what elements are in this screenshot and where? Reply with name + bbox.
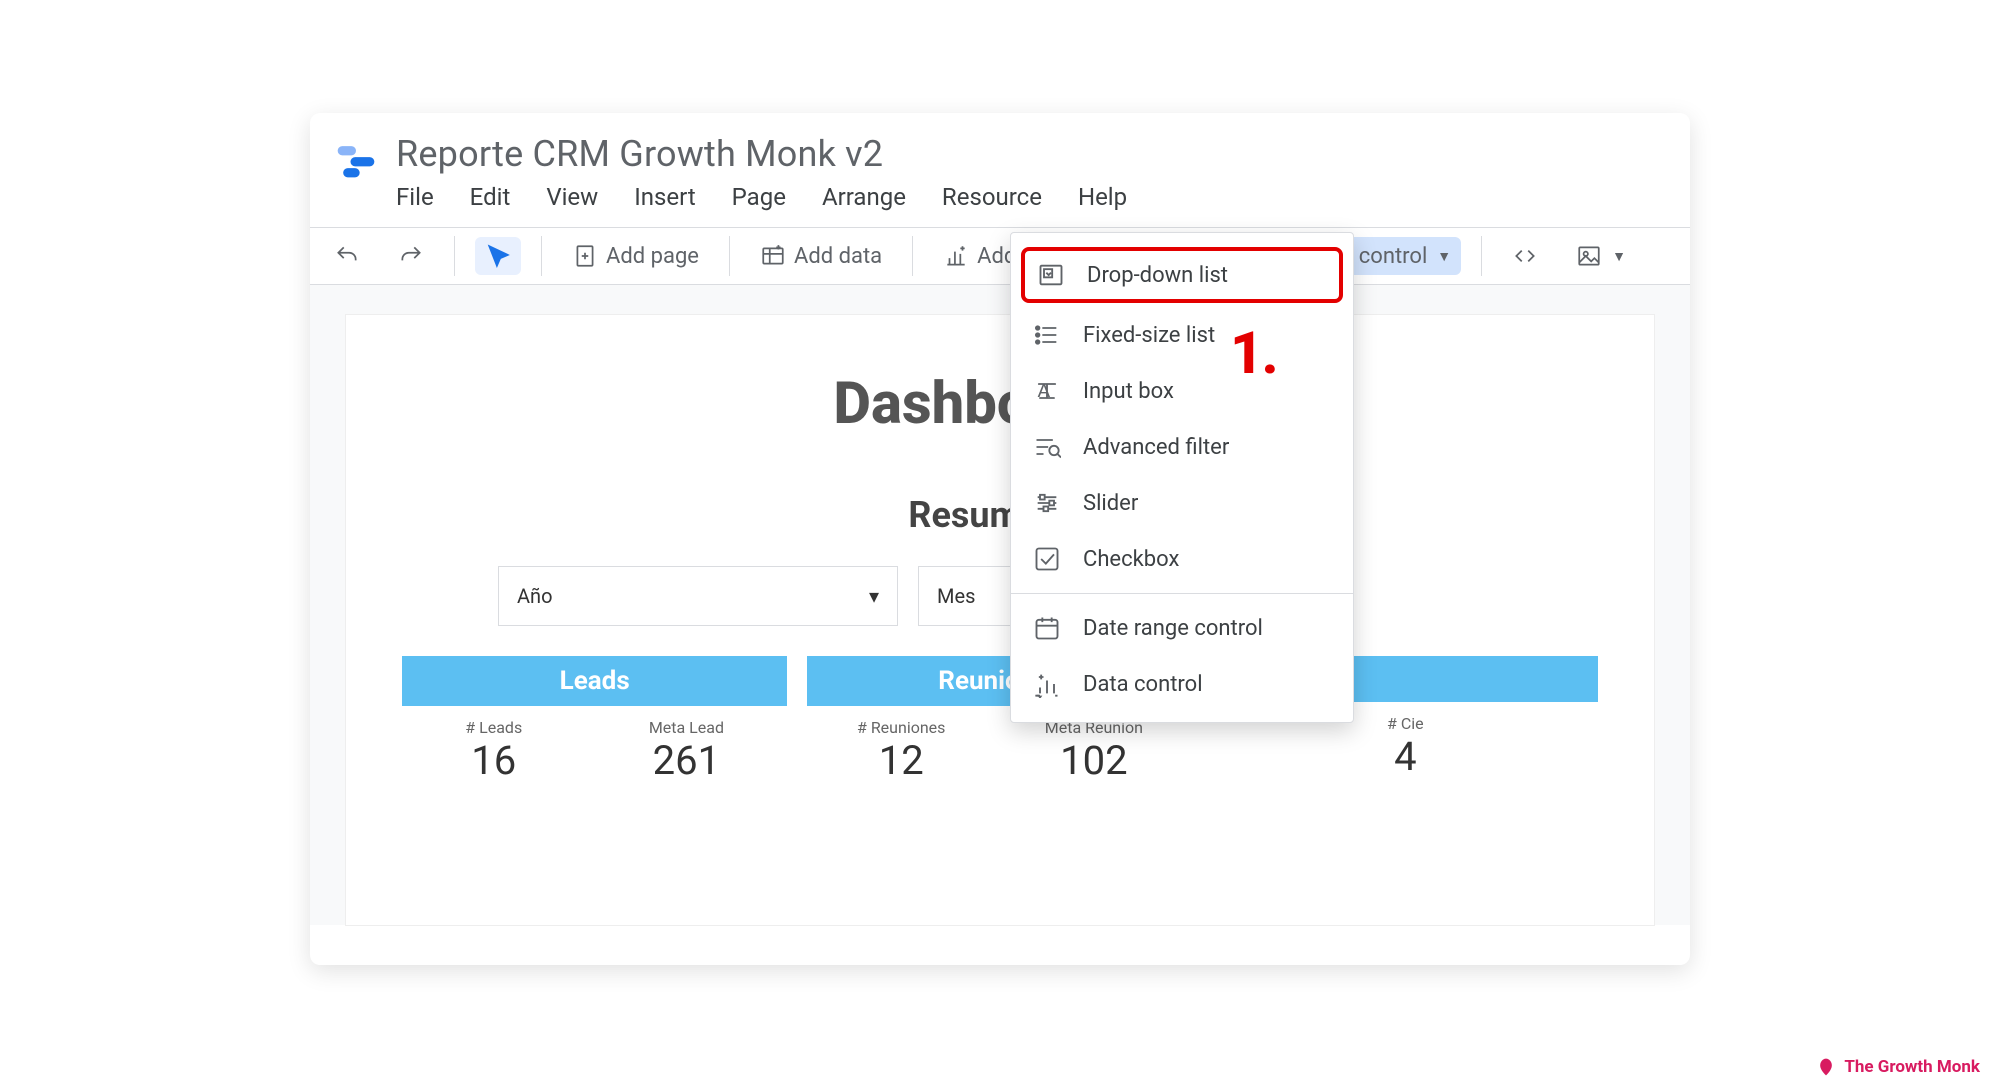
- menu-edit[interactable]: Edit: [470, 183, 511, 211]
- checkbox-icon: [1033, 545, 1061, 573]
- menubar: File Edit View Insert Page Arrange Resou…: [394, 183, 1666, 211]
- menu-resource[interactable]: Resource: [942, 183, 1042, 211]
- canvas-area[interactable]: Dashboard C Resumen Y Año▾ Mes Leads # L…: [310, 285, 1690, 925]
- menu-item-date-range[interactable]: Date range control: [1011, 600, 1353, 656]
- looker-studio-logo: [334, 133, 394, 185]
- embed-button[interactable]: [1502, 237, 1548, 275]
- page-title: Dashboard C: [402, 370, 1598, 438]
- filter-year[interactable]: Año▾: [498, 566, 898, 626]
- header: Reporte CRM Growth Monk v2 File Edit Vie…: [310, 113, 1690, 211]
- report-page: Dashboard C Resumen Y Año▾ Mes Leads # L…: [346, 315, 1654, 925]
- advanced-filter-icon: [1033, 433, 1061, 461]
- add-data-button[interactable]: Add data: [750, 237, 892, 275]
- list-icon: [1033, 321, 1061, 349]
- menu-item-data-control[interactable]: Data control: [1011, 656, 1353, 712]
- app-window: Reporte CRM Growth Monk v2 File Edit Vie…: [310, 113, 1690, 965]
- menu-insert[interactable]: Insert: [634, 183, 695, 211]
- menu-view[interactable]: View: [546, 183, 598, 211]
- brand-icon: [1816, 1057, 1836, 1077]
- svg-text:A: A: [1038, 380, 1051, 401]
- data-control-icon: [1033, 670, 1061, 698]
- add-page-button[interactable]: Add page: [562, 237, 709, 275]
- section-title: Resumen Y: [402, 494, 1598, 536]
- menu-item-input-box[interactable]: A Input box: [1011, 363, 1353, 419]
- annotation-marker-1: 1.: [1230, 320, 1277, 388]
- menu-item-slider[interactable]: Slider: [1011, 475, 1353, 531]
- image-button[interactable]: ▼: [1566, 237, 1636, 275]
- dropdown-icon: [1037, 261, 1065, 289]
- redo-button[interactable]: [388, 237, 434, 275]
- footer-brand: The Growth Monk: [1816, 1057, 1980, 1077]
- add-control-menu: Drop-down list Fixed-size list A Input b…: [1010, 232, 1354, 723]
- menu-item-checkbox[interactable]: Checkbox: [1011, 531, 1353, 587]
- menu-item-fixed-list[interactable]: Fixed-size list: [1011, 307, 1353, 363]
- menu-page[interactable]: Page: [732, 183, 786, 211]
- undo-button[interactable]: [324, 237, 370, 275]
- slider-icon: [1033, 489, 1061, 517]
- menu-item-dropdown-list[interactable]: Drop-down list: [1021, 247, 1343, 303]
- menu-arrange[interactable]: Arrange: [822, 183, 906, 211]
- input-box-icon: A: [1033, 377, 1061, 405]
- menu-help[interactable]: Help: [1078, 183, 1127, 211]
- doc-title[interactable]: Reporte CRM Growth Monk v2: [396, 133, 1666, 175]
- menu-item-advanced-filter[interactable]: Advanced filter: [1011, 419, 1353, 475]
- calendar-icon: [1033, 614, 1061, 642]
- menu-file[interactable]: File: [396, 183, 434, 211]
- card-leads[interactable]: Leads # Leads16 Meta Lead261: [402, 656, 787, 784]
- select-tool-button[interactable]: [475, 237, 521, 275]
- toolbar: Add page Add data Add a chart▼ ▼ Add a c…: [310, 227, 1690, 285]
